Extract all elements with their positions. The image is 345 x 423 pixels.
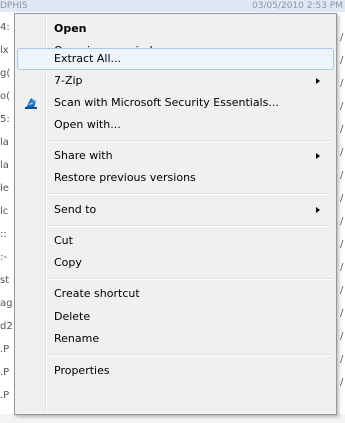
background-file-row-fragment: :- bbox=[0, 252, 7, 263]
background-file-row-fragment: .P bbox=[0, 367, 10, 378]
background-file-row-date-fragment: / bbox=[340, 331, 344, 342]
background-file-row-date-fragment: / bbox=[340, 377, 344, 388]
background-file-row-fragment: .P bbox=[0, 344, 10, 355]
menu-item-share-with[interactable]: Share with bbox=[17, 145, 334, 167]
menu-item-open-with[interactable]: Open with... bbox=[17, 114, 334, 136]
chevron-right-icon bbox=[316, 153, 320, 159]
menu-item-properties-label: Properties bbox=[54, 364, 110, 377]
menu-item-open-with-label: Open with... bbox=[54, 118, 121, 131]
background-file-row-fragment: o( bbox=[0, 91, 11, 102]
background-header-right: 03/05/2010 2:53 PM bbox=[252, 1, 343, 11]
menu-item-send-to[interactable]: Send to bbox=[17, 199, 334, 221]
background-file-row-fragment: lc bbox=[0, 206, 9, 217]
background-file-row-date-fragment: / bbox=[340, 308, 344, 319]
menu-item-7zip-label: 7-Zip bbox=[54, 74, 83, 87]
menu-item-rename-label: Rename bbox=[54, 332, 100, 345]
menu-item-scan-mse[interactable]: Scan with Microsoft Security Essentials.… bbox=[17, 92, 334, 114]
menu-item-extract-all-label: Extract All... bbox=[54, 52, 122, 65]
background-file-row-fragment: ag bbox=[0, 298, 13, 309]
menu-item-restore-previous-label: Restore previous versions bbox=[54, 171, 196, 184]
background-file-list-header: DPHIS 03/05/2010 2:53 PM bbox=[0, 0, 345, 12]
menu-item-create-shortcut[interactable]: Create shortcut bbox=[17, 283, 334, 305]
background-file-row-date-fragment: / bbox=[340, 147, 344, 158]
chevron-right-icon bbox=[316, 78, 320, 84]
menu-item-cut-label: Cut bbox=[54, 234, 73, 247]
background-file-row-date-fragment: / bbox=[340, 354, 344, 365]
background-file-row-date-fragment: / bbox=[340, 216, 344, 227]
menu-item-open-label: Open bbox=[54, 22, 87, 35]
background-file-row-fragment: 5: bbox=[0, 114, 10, 125]
background-file-row-fragment: d2 bbox=[0, 321, 13, 332]
background-file-row-date-fragment: / bbox=[340, 285, 344, 296]
menu-separator bbox=[47, 354, 332, 356]
background-file-row-fragment: la bbox=[0, 160, 9, 171]
menu-item-copy-label: Copy bbox=[54, 256, 82, 269]
menu-item-share-with-label: Share with bbox=[54, 149, 113, 162]
background-file-row-date-fragment: / bbox=[340, 55, 344, 66]
menu-item-open[interactable]: Open bbox=[17, 18, 334, 40]
background-file-row-fragment: st bbox=[0, 275, 10, 286]
menu-item-properties[interactable]: Properties bbox=[17, 360, 334, 382]
menu-item-delete[interactable]: Delete bbox=[17, 306, 334, 328]
background-file-row-date-fragment: / bbox=[340, 124, 344, 135]
background-file-row-fragment: g( bbox=[0, 68, 11, 79]
background-header-left: DPHIS bbox=[0, 1, 28, 11]
menu-separator bbox=[47, 278, 332, 280]
background-file-row-date-fragment: / bbox=[340, 239, 344, 250]
background-file-row-date-fragment: / bbox=[340, 32, 344, 43]
menu-item-scan-mse-label: Scan with Microsoft Security Essentials.… bbox=[54, 96, 279, 109]
background-file-row-fragment: lx bbox=[0, 45, 9, 56]
menu-item-extract-all[interactable]: Extract All... bbox=[17, 48, 334, 70]
menu-separator bbox=[47, 140, 332, 142]
background-file-row-date-fragment: / bbox=[340, 170, 344, 181]
context-menu: Open Open in new window Extract All... 7… bbox=[14, 13, 337, 415]
chevron-right-icon bbox=[316, 207, 320, 213]
menu-item-copy[interactable]: Copy bbox=[17, 252, 334, 274]
menu-item-delete-label: Delete bbox=[54, 310, 91, 323]
microsoft-security-essentials-icon bbox=[23, 95, 39, 111]
background-window-bottom bbox=[0, 414, 345, 423]
background-file-row-date-fragment: / bbox=[340, 193, 344, 204]
menu-item-create-shortcut-label: Create shortcut bbox=[54, 287, 140, 300]
menu-item-7zip[interactable]: 7-Zip bbox=[17, 70, 334, 92]
background-file-row-fragment: la bbox=[0, 137, 9, 148]
menu-item-restore-previous[interactable]: Restore previous versions bbox=[17, 167, 334, 189]
background-file-row-fragment: :: bbox=[0, 229, 7, 240]
menu-item-send-to-label: Send to bbox=[54, 203, 97, 216]
menu-item-rename[interactable]: Rename bbox=[17, 328, 334, 350]
menu-item-cut[interactable]: Cut bbox=[17, 230, 334, 252]
menu-separator bbox=[47, 225, 332, 227]
menu-separator bbox=[47, 193, 332, 195]
background-file-row-date-fragment: / bbox=[340, 101, 344, 112]
background-file-row-fragment: le bbox=[0, 183, 9, 194]
background-file-row-fragment: 4: bbox=[0, 22, 10, 33]
background-file-row-fragment: .P bbox=[0, 390, 10, 401]
background-file-row-date-fragment: / bbox=[340, 262, 344, 273]
background-file-row-date-fragment: / bbox=[340, 78, 344, 89]
